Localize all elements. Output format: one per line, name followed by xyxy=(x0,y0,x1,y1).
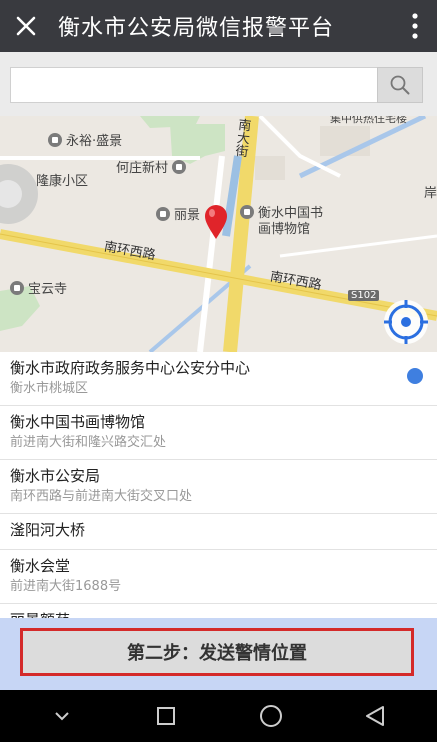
action-bar: 第二步：发送警情位置 xyxy=(0,618,437,690)
location-address: 前进南大街1688号 xyxy=(10,579,122,594)
list-item[interactable]: 衡水会堂 前进南大街1688号 xyxy=(0,550,437,604)
list-item[interactable]: 衡水市政府政务服务中心公安分中心 衡水市桃城区 xyxy=(0,352,437,406)
location-address: 衡水市桃城区 xyxy=(10,381,89,396)
search-icon xyxy=(390,75,410,95)
system-nav-bar xyxy=(0,690,437,742)
nav-hide-button[interactable] xyxy=(38,692,86,740)
more-menu-button[interactable] xyxy=(393,0,437,52)
nav-back-button[interactable] xyxy=(351,692,399,740)
search-bar xyxy=(0,52,437,116)
close-icon xyxy=(16,16,36,36)
poi-marker-icon xyxy=(48,132,62,147)
location-name: 衡水会堂 xyxy=(10,557,71,575)
location-name: 衡水中国书画博物馆 xyxy=(10,413,146,431)
recent-apps-icon xyxy=(157,707,176,725)
nav-home-button[interactable] xyxy=(247,692,295,740)
poi-marker-icon xyxy=(10,280,24,295)
map-view[interactable]: 永裕·盛景 何庄新村 隆康小区 丽景 衡水中国书 画博物馆 宝云寺 集中供热住宅… xyxy=(0,116,437,352)
road-label: 南大街 xyxy=(232,117,251,158)
list-item[interactable]: 衡水中国书画博物馆 前进南大街和隆兴路交汇处 xyxy=(0,406,437,460)
map-poi-label-line2: 画博物馆 xyxy=(258,222,311,237)
location-list: 衡水市政府政务服务中心公安分中心 衡水市桃城区 衡水中国书画博物馆 前进南大街和… xyxy=(0,352,437,618)
home-icon xyxy=(259,705,282,727)
poi-marker-icon xyxy=(172,159,187,174)
map-poi[interactable]: 永裕·盛景 xyxy=(48,130,122,149)
send-location-button[interactable]: 第二步：发送警情位置 xyxy=(20,628,414,676)
location-marker-icon[interactable] xyxy=(203,204,229,240)
map-poi[interactable]: 丽景 xyxy=(156,204,200,223)
location-address: 南环西路与前进南大街交叉口处 xyxy=(10,489,193,504)
location-name: 衡水市政府政务服务中心公安分中心 xyxy=(10,359,251,377)
search-button[interactable] xyxy=(377,67,423,103)
page-title: 衡水市公安局微信报警平台 xyxy=(58,16,335,41)
back-icon xyxy=(365,706,384,726)
chevron-down-icon xyxy=(55,712,69,721)
route-badge: S102 xyxy=(348,290,380,301)
selected-radio-icon[interactable] xyxy=(407,368,423,384)
poi-marker-icon xyxy=(156,206,170,221)
location-name: 衡水市公安局 xyxy=(10,467,101,485)
locate-target-icon[interactable] xyxy=(382,298,430,346)
search-input[interactable] xyxy=(10,67,378,103)
title-bar: 衡水市公安局微信报警平台 xyxy=(0,0,437,52)
list-item[interactable]: 丽景额苑 xyxy=(0,604,437,618)
nav-recent-button[interactable] xyxy=(142,692,190,740)
map-poi[interactable]: 何庄新村 xyxy=(116,157,190,176)
more-vertical-icon xyxy=(412,13,418,39)
poi-marker-icon xyxy=(240,204,254,219)
map-poi[interactable]: 集中供热住宅楼 xyxy=(330,116,407,126)
list-item[interactable]: 滏阳河大桥 xyxy=(0,514,437,550)
map-poi[interactable]: 岸 xyxy=(424,182,437,201)
map-poi[interactable]: 宝云寺 xyxy=(10,278,67,297)
close-button[interactable] xyxy=(0,0,52,52)
location-name: 滏阳河大桥 xyxy=(10,521,86,539)
location-address: 前进南大街和隆兴路交汇处 xyxy=(10,435,167,450)
map-poi[interactable]: 隆康小区 xyxy=(36,170,88,189)
list-item[interactable]: 衡水市公安局 南环西路与前进南大街交叉口处 xyxy=(0,460,437,514)
location-name: 丽景额苑 xyxy=(10,609,427,618)
